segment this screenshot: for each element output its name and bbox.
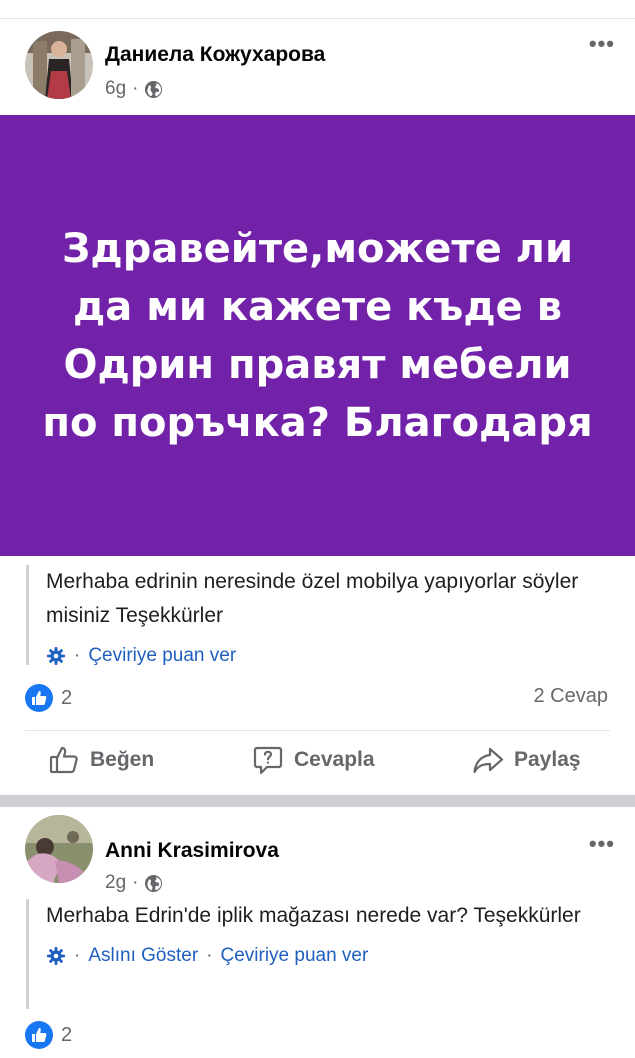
globe-icon — [145, 80, 163, 98]
author-name[interactable]: Anni Krasimirova — [105, 839, 279, 863]
avatar[interactable] — [25, 31, 93, 99]
translated-text: Merhaba Edrin'de iplik mağazası nerede v… — [46, 904, 581, 927]
author-name[interactable]: Даниела Кожухарова — [105, 43, 325, 67]
comment-question-icon — [253, 746, 283, 775]
share-button[interactable]: Paylaş — [472, 744, 581, 776]
post-meta: 2g · — [105, 872, 163, 894]
thumbs-up-icon — [49, 746, 78, 774]
post-time[interactable]: 2g — [105, 872, 126, 894]
meta-separator: · — [132, 78, 139, 99]
replies-count[interactable]: 2 Cevap — [534, 685, 609, 708]
reply-button[interactable]: Cevapla — [252, 744, 375, 776]
rate-translation-link[interactable]: Çeviriye puan ver — [220, 945, 368, 967]
like-reaction-icon — [25, 1021, 53, 1049]
translation-actions: · Çeviriye puan ver — [46, 645, 616, 667]
like-reaction-icon — [25, 684, 53, 712]
translation-block: Merhaba Edrin'de iplik mağazası nerede v… — [26, 899, 616, 1009]
translated-text: Merhaba edrinin neresinde özel mobilya y… — [46, 570, 579, 627]
post-actions: Beğen Cevapla Paylaş — [0, 744, 635, 784]
reaction-summary[interactable]: 2 — [25, 684, 72, 712]
gear-icon[interactable] — [46, 946, 66, 966]
separator-dot: · — [74, 645, 81, 666]
reaction-summary[interactable]: 2 — [25, 1021, 72, 1049]
more-options-icon[interactable]: ••• — [589, 33, 615, 55]
gear-icon[interactable] — [46, 646, 66, 666]
post: Даниела Кожухарова 6g · ••• Здравейте,мо… — [0, 19, 635, 795]
share-label: Paylaş — [514, 748, 581, 771]
avatar[interactable] — [25, 815, 93, 883]
translation-actions: · Aslını Göster · Çeviriye puan ver — [46, 945, 616, 967]
action-divider — [25, 730, 610, 731]
post-separator — [0, 795, 635, 807]
post-banner: Здравейте,можете ли да ми кажете къде в … — [0, 115, 635, 556]
post: Anni Krasimirova 2g · ••• Merhaba Edrin'… — [0, 807, 635, 1058]
separator-dot: · — [74, 945, 81, 966]
separator-dot: · — [206, 945, 213, 966]
post-meta: 6g · — [105, 78, 163, 100]
like-label: Beğen — [90, 748, 155, 771]
reaction-count: 2 — [61, 686, 73, 709]
share-arrow-icon — [473, 747, 504, 774]
reply-label: Cevapla — [294, 748, 375, 771]
globe-icon — [145, 874, 163, 892]
show-original-link[interactable]: Aslını Göster — [88, 945, 198, 967]
post-time[interactable]: 6g — [105, 78, 126, 100]
translation-block: Merhaba edrinin neresinde özel mobilya y… — [26, 565, 616, 667]
reaction-count: 2 — [61, 1023, 73, 1046]
more-options-icon[interactable]: ••• — [589, 833, 615, 855]
rate-translation-link[interactable]: Çeviriye puan ver — [88, 645, 236, 667]
like-button[interactable]: Beğen — [48, 744, 154, 776]
banner-text: Здравейте,можете ли да ми кажете къде в … — [42, 225, 593, 446]
meta-separator: · — [132, 872, 139, 893]
